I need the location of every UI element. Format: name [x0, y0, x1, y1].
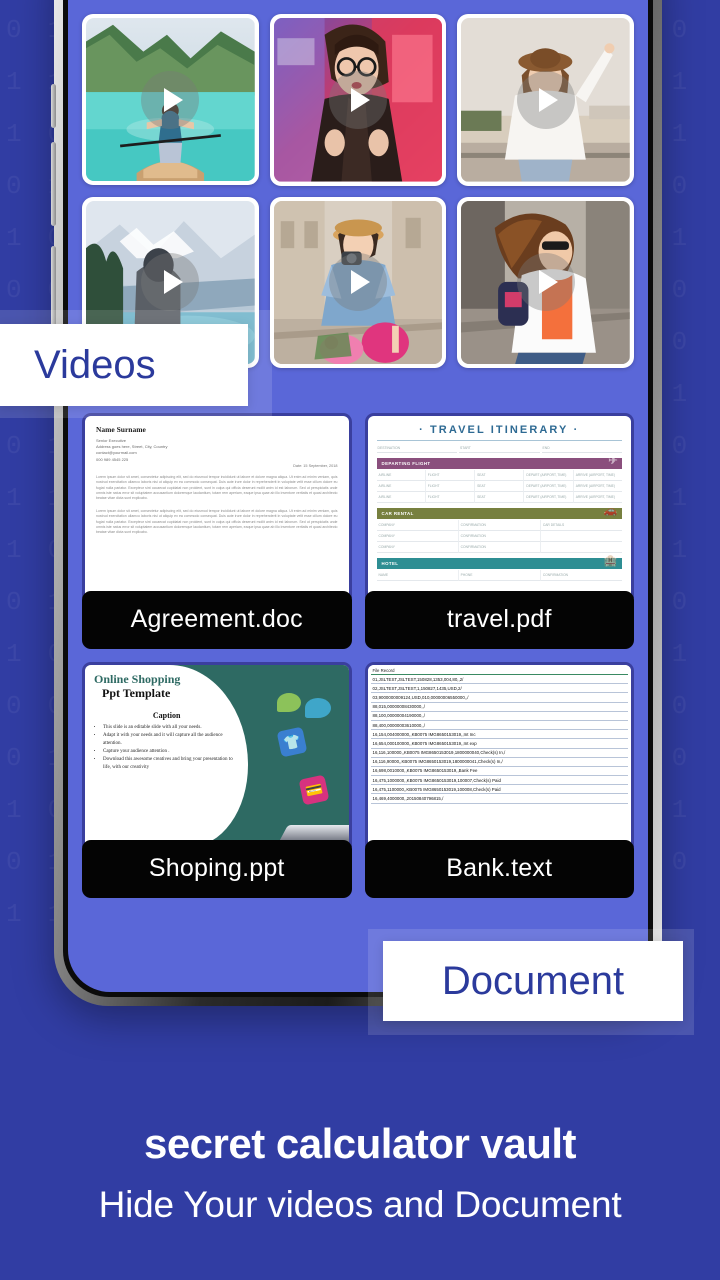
video-item[interactable]: [457, 196, 634, 368]
play-icon[interactable]: [516, 253, 575, 312]
video-item[interactable]: [82, 14, 259, 186]
travel-row: AIRLINE FLIGHT SEAT DEPART (AIRPORT, TIME) A…: [376, 492, 623, 503]
bank-line: 88,015,00000008430000,,/: [370, 703, 628, 712]
video-item[interactable]: [269, 196, 447, 368]
phone-side-button-2: [51, 142, 56, 226]
travel-divider: [376, 440, 622, 441]
agreement-paragraph: Lorem ipsum dolor sit amet, consectetur …: [96, 508, 338, 535]
play-icon[interactable]: [328, 253, 387, 312]
agreement-phone: 000 989 4545 225: [96, 456, 129, 462]
video-thumbnail: [461, 18, 630, 182]
document-filename[interactable]: Bank.text: [364, 840, 634, 898]
bank-line: 16,475,1000000,,KB0075 IMG8650153019,100…: [370, 776, 628, 786]
bank-line: 88,400,00000003610000,,/: [370, 721, 628, 731]
video-thumbnail: [461, 200, 630, 364]
agreement-name: Name Surname: [96, 425, 146, 434]
phone-screen: Name Surname Senior Executive Address go…: [68, 0, 648, 992]
ppt-title-line1: Online Shopping: [94, 672, 181, 686]
bank-line: 16,475,1100000,,KB0075 IMG8650153019,100…: [370, 785, 628, 795]
videos-label: Videos: [0, 324, 248, 406]
bank-line: 16,469,4000000,,20150840796815,/: [370, 794, 628, 804]
travel-row: NAME PHONE CONFIRMATION: [376, 570, 623, 581]
document-preview-ppt: 👕 💳 Online Shopping Ppt Template Caption…: [82, 662, 352, 847]
phone-side-button-1: [51, 84, 56, 128]
document-item-bank[interactable]: File Record 01,JSLTEST,JSLTEST,150828,13…: [364, 662, 634, 898]
footer-copy: secret calculator vault Hide Your videos…: [0, 1120, 720, 1226]
hotel-icon: 🏨: [603, 555, 618, 567]
ppt-bullet: Download this awesome creatives and brin…: [103, 756, 239, 772]
ppt-bullet: This slide is an editable slide with all…: [103, 724, 239, 732]
travel-row: AIRLINE FLIGHT SEAT DEPART (AIRPORT, TIME) A…: [376, 481, 623, 492]
document-preview-travel: · TRAVEL ITINERARY · DESTINATION START E…: [364, 413, 634, 598]
ppt-bullet-list: This slide is an editable slide with all…: [103, 724, 239, 772]
video-thumbnail: [86, 18, 255, 182]
play-icon[interactable]: [328, 70, 387, 129]
document-filename[interactable]: Shoping.ppt: [82, 840, 352, 898]
app-root: 0110100101101001011010010110100101101001…: [0, 0, 720, 1280]
bank-line: 03,9000000009124,USD,010,00000006550000,…: [370, 693, 628, 703]
play-icon[interactable]: [516, 70, 575, 129]
car-icon: 🚗: [603, 505, 618, 517]
video-thumbnail: [273, 18, 443, 182]
chat-bubble-icon: [276, 693, 301, 712]
bank-line: 16,654,000100000,,KB0075 IMG8650153019,,…: [370, 739, 628, 749]
play-icon[interactable]: [141, 70, 200, 129]
footer-headline: secret calculator vault: [143, 1120, 577, 1167]
travel-top-columns: DESTINATION START END: [376, 444, 622, 453]
travel-row: AIRLINE FLIGHT SEAT DEPART (AIRPORT, TIME) A…: [376, 470, 623, 481]
shirt-icon: 👕: [276, 726, 307, 758]
chat-bubble-icon: [304, 698, 331, 718]
ppt-bullet: Adapt it with your needs and it will cap…: [103, 732, 239, 748]
travel-band-hotel: HOTEL 🏨: [376, 555, 622, 569]
travel-title: · TRAVEL ITINERARY ·: [419, 424, 580, 436]
video-thumbnail: [273, 200, 443, 364]
phone-mockup: Name Surname Senior Executive Address go…: [51, 0, 662, 1006]
document-filename[interactable]: Agreement.doc: [82, 591, 352, 649]
airplane-icon: ✈: [608, 455, 618, 467]
bank-line: 16,116,90000,,KB0075 IMG8650153019,18000…: [370, 758, 628, 767]
bank-line: 01,JSLTEST,JSLTEST,150828,1353,004,80,,2…: [370, 675, 628, 685]
ppt-title-line2: Ppt Template: [102, 686, 171, 700]
travel-band-car-rental: CAR RENTAL 🚗: [376, 505, 622, 519]
document-filename[interactable]: travel.pdf: [364, 591, 634, 649]
document-preview-bank: File Record 01,JSLTEST,JSLTEST,150828,13…: [364, 662, 634, 847]
bank-line: 02,JSLTEST,JSLTEST,1,150827,1435,USD,2/: [370, 684, 628, 694]
bank-line: 16,116,100000,,KB0075 IMG8650153019,1800…: [370, 749, 628, 758]
agreement-paragraph: Lorem ipsum dolor sit amet, consectetur …: [96, 474, 338, 501]
video-item[interactable]: [457, 14, 634, 186]
travel-band-departing-flight: DEPARTING FLIGHT ✈: [376, 455, 622, 469]
document-grid: Name Surname Senior Executive Address go…: [82, 413, 634, 898]
document-item-shopping[interactable]: 👕 💳 Online Shopping Ppt Template Caption…: [82, 662, 352, 898]
card-swipe-icon: 💳: [298, 774, 329, 806]
document-item-travel[interactable]: · TRAVEL ITINERARY · DESTINATION START E…: [364, 413, 634, 649]
travel-row: COMPANY CONFIRMATION: [376, 531, 623, 542]
travel-row: COMPANY CONFIRMATION CAR DETAILS: [376, 520, 623, 531]
video-item[interactable]: [269, 14, 447, 186]
agreement-date: Date: 15 September, 2018: [293, 463, 338, 468]
document-item-agreement[interactable]: Name Surname Senior Executive Address go…: [82, 413, 352, 649]
play-icon[interactable]: [141, 253, 200, 312]
ppt-bullet: Capture your audience attention .: [103, 748, 239, 756]
bank-line: 16,698,0010000,,KB0075 IMG8650153019,,Ba…: [370, 767, 628, 777]
bank-line: 88,100,00000004190000,,/: [370, 712, 628, 721]
bank-header: File Record: [370, 667, 628, 675]
bank-line: 16,154,004000000,,KB0075 IMG8650153019,,…: [370, 730, 628, 740]
footer-subhead: Hide Your videos and Document: [98, 1184, 622, 1225]
phone-bezel: Name Surname Senior Executive Address go…: [63, 0, 653, 997]
document-label: Document: [383, 941, 683, 1021]
ppt-caption: Caption: [152, 711, 181, 720]
travel-row: COMPANY CONFIRMATION: [376, 542, 623, 553]
document-preview-agreement: Name Surname Senior Executive Address go…: [82, 413, 352, 598]
